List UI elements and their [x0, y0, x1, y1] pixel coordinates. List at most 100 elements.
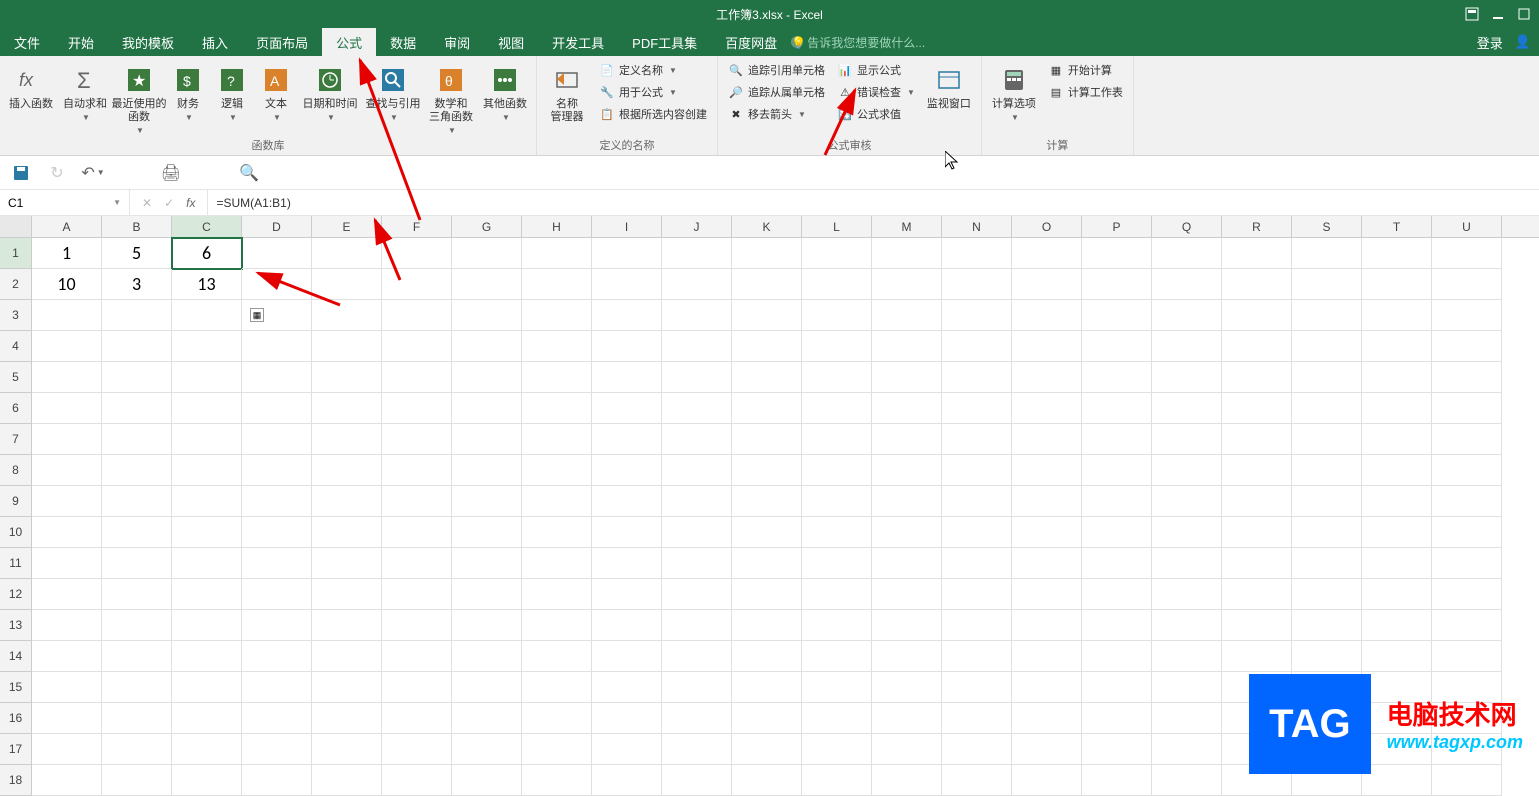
cell-I7[interactable]	[592, 424, 662, 455]
cell-O2[interactable]	[1012, 269, 1082, 300]
financial-button[interactable]: $ 财务 ▼	[168, 60, 208, 122]
cell-P13[interactable]	[1082, 610, 1152, 641]
cell-J12[interactable]	[662, 579, 732, 610]
cell-N3[interactable]	[942, 300, 1012, 331]
cell-H15[interactable]	[522, 672, 592, 703]
cell-U7[interactable]	[1432, 424, 1502, 455]
name-manager-button[interactable]: 名称 管理器	[543, 60, 591, 124]
cell-A3[interactable]	[32, 300, 102, 331]
cell-O15[interactable]	[1012, 672, 1082, 703]
cell-B12[interactable]	[102, 579, 172, 610]
cell-H7[interactable]	[522, 424, 592, 455]
zoom-icon[interactable]: 🔍	[240, 164, 258, 182]
use-in-formula-button[interactable]: 🔧用于公式▼	[595, 82, 711, 102]
cell-E4[interactable]	[312, 331, 382, 362]
cell-M12[interactable]	[872, 579, 942, 610]
cell-P10[interactable]	[1082, 517, 1152, 548]
cell-A17[interactable]	[32, 734, 102, 765]
fx-icon-small[interactable]: fx	[186, 196, 195, 210]
cell-R12[interactable]	[1222, 579, 1292, 610]
row-header[interactable]: 8	[0, 455, 32, 486]
cell-F12[interactable]	[382, 579, 452, 610]
cell-H4[interactable]	[522, 331, 592, 362]
cell-J3[interactable]	[662, 300, 732, 331]
cell-P8[interactable]	[1082, 455, 1152, 486]
cell-G3[interactable]	[452, 300, 522, 331]
cell-R13[interactable]	[1222, 610, 1292, 641]
cell-F7[interactable]	[382, 424, 452, 455]
cell-S13[interactable]	[1292, 610, 1362, 641]
cell-I3[interactable]	[592, 300, 662, 331]
cell-R3[interactable]	[1222, 300, 1292, 331]
cell-R11[interactable]	[1222, 548, 1292, 579]
cell-N14[interactable]	[942, 641, 1012, 672]
cell-J4[interactable]	[662, 331, 732, 362]
tab-view[interactable]: 视图	[484, 28, 538, 56]
cell-S14[interactable]	[1292, 641, 1362, 672]
cell-D17[interactable]	[242, 734, 312, 765]
cell-I1[interactable]	[592, 238, 662, 269]
row-header[interactable]: 15	[0, 672, 32, 703]
cell-B13[interactable]	[102, 610, 172, 641]
cell-L7[interactable]	[802, 424, 872, 455]
cell-S11[interactable]	[1292, 548, 1362, 579]
cell-J18[interactable]	[662, 765, 732, 796]
row-header[interactable]: 12	[0, 579, 32, 610]
cell-E10[interactable]	[312, 517, 382, 548]
cell-M8[interactable]	[872, 455, 942, 486]
cell-A14[interactable]	[32, 641, 102, 672]
cell-T7[interactable]	[1362, 424, 1432, 455]
cell-A16[interactable]	[32, 703, 102, 734]
cell-H6[interactable]	[522, 393, 592, 424]
cell-H14[interactable]	[522, 641, 592, 672]
cell-B18[interactable]	[102, 765, 172, 796]
cell-C6[interactable]	[172, 393, 242, 424]
cell-C13[interactable]	[172, 610, 242, 641]
cell-T4[interactable]	[1362, 331, 1432, 362]
cell-K11[interactable]	[732, 548, 802, 579]
cell-K14[interactable]	[732, 641, 802, 672]
cell-T6[interactable]	[1362, 393, 1432, 424]
cell-M10[interactable]	[872, 517, 942, 548]
cell-O4[interactable]	[1012, 331, 1082, 362]
cell-K5[interactable]	[732, 362, 802, 393]
cell-S4[interactable]	[1292, 331, 1362, 362]
cell-P9[interactable]	[1082, 486, 1152, 517]
cell-P3[interactable]	[1082, 300, 1152, 331]
cell-I14[interactable]	[592, 641, 662, 672]
cell-K3[interactable]	[732, 300, 802, 331]
cell-B10[interactable]	[102, 517, 172, 548]
cell-K6[interactable]	[732, 393, 802, 424]
print-preview-icon[interactable]: 🖨	[162, 164, 180, 182]
cell-P5[interactable]	[1082, 362, 1152, 393]
cell-M4[interactable]	[872, 331, 942, 362]
cell-O7[interactable]	[1012, 424, 1082, 455]
cell-C8[interactable]	[172, 455, 242, 486]
define-name-button[interactable]: 📄定义名称▼	[595, 60, 711, 80]
cancel-icon[interactable]: ✕	[142, 196, 152, 210]
col-header-Q[interactable]: Q	[1152, 216, 1222, 237]
tab-review[interactable]: 审阅	[430, 28, 484, 56]
tab-developer[interactable]: 开发工具	[538, 28, 618, 56]
cell-H9[interactable]	[522, 486, 592, 517]
col-header-K[interactable]: K	[732, 216, 802, 237]
trace-dependents-button[interactable]: 🔎追踪从属单元格	[724, 82, 829, 102]
text-button[interactable]: A 文本 ▼	[256, 60, 296, 122]
cell-B17[interactable]	[102, 734, 172, 765]
col-header-I[interactable]: I	[592, 216, 662, 237]
cell-T2[interactable]	[1362, 269, 1432, 300]
cell-F9[interactable]	[382, 486, 452, 517]
cell-R7[interactable]	[1222, 424, 1292, 455]
cell-Q11[interactable]	[1152, 548, 1222, 579]
datetime-button[interactable]: 日期和时间 ▼	[300, 60, 360, 122]
cell-D7[interactable]	[242, 424, 312, 455]
row-header[interactable]: 6	[0, 393, 32, 424]
cell-I11[interactable]	[592, 548, 662, 579]
cell-Q13[interactable]	[1152, 610, 1222, 641]
cell-C10[interactable]	[172, 517, 242, 548]
minimize-icon[interactable]	[1491, 7, 1505, 21]
cell-A9[interactable]	[32, 486, 102, 517]
cell-H11[interactable]	[522, 548, 592, 579]
cell-U4[interactable]	[1432, 331, 1502, 362]
cell-K1[interactable]	[732, 238, 802, 269]
